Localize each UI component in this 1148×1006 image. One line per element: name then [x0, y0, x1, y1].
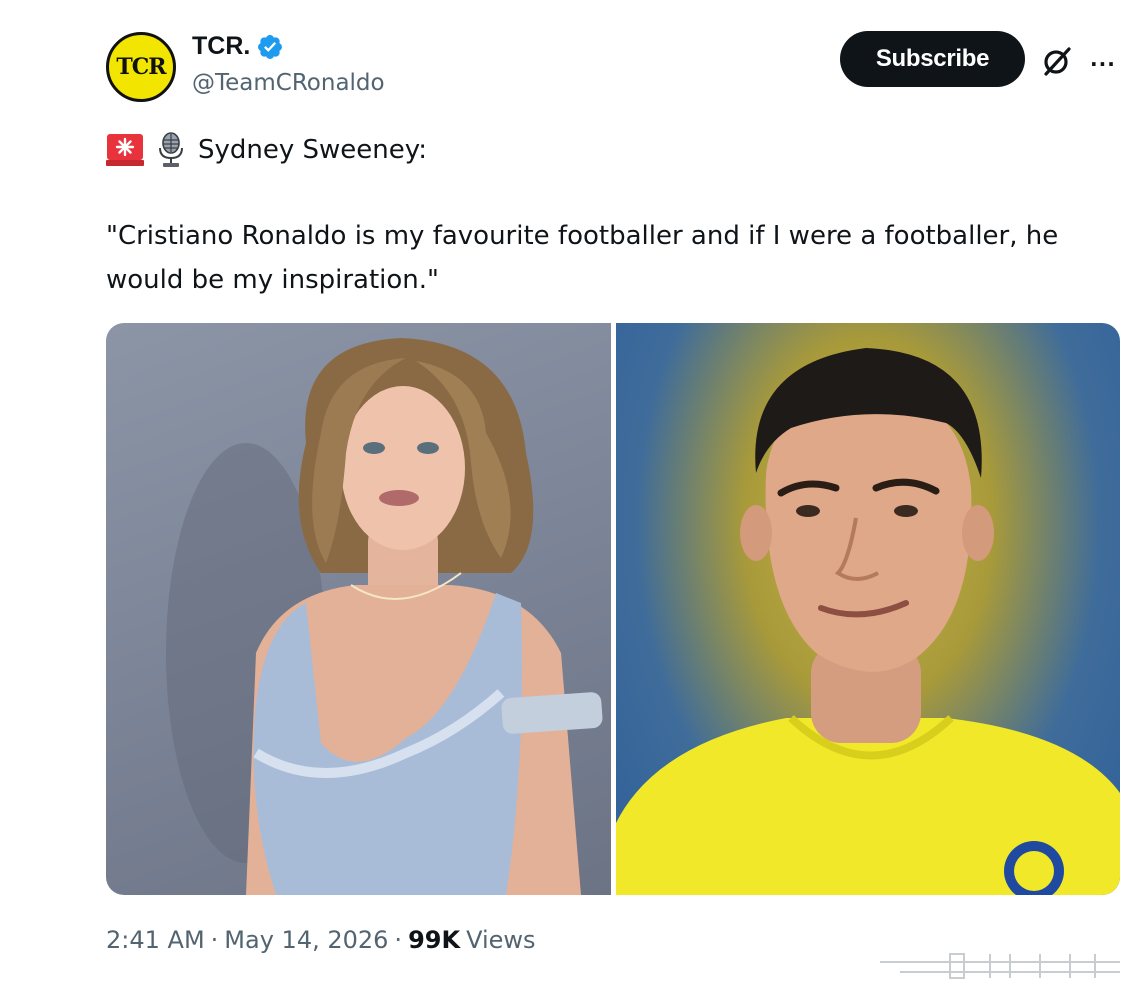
tweet-date[interactable]: May 14, 2026: [224, 926, 388, 954]
avatar[interactable]: TCR: [106, 32, 176, 102]
author-display-name[interactable]: TCR.: [192, 32, 284, 61]
siren-icon: [106, 134, 144, 166]
watermark-icon: [880, 953, 1120, 979]
verified-badge-icon: [258, 34, 283, 59]
tweet-time[interactable]: 2:41 AM: [106, 926, 205, 954]
alert-line: Sydney Sweeney:: [106, 132, 427, 168]
photo-footballer[interactable]: [616, 323, 1120, 895]
meta-separator: ·: [394, 926, 403, 954]
more-icon[interactable]: ···: [1090, 52, 1116, 76]
meta-separator: ·: [210, 926, 219, 954]
grok-icon[interactable]: [1040, 44, 1074, 78]
woman-illustration: [166, 338, 603, 895]
display-name-text: TCR.: [192, 32, 251, 60]
author-handle[interactable]: @TeamCRonaldo: [192, 70, 385, 96]
subscribe-button[interactable]: Subscribe: [840, 31, 1025, 87]
footballer-illustration: [616, 348, 1120, 895]
photo-woman[interactable]: [106, 323, 611, 895]
avatar-logo-text: TCR: [116, 54, 166, 80]
alert-text: Sydney Sweeney:: [198, 135, 428, 165]
views-label: Views: [466, 926, 536, 954]
media-grid[interactable]: [106, 323, 1120, 895]
microphone-icon: [159, 132, 183, 167]
tweet-meta: 2:41 AM · May 14, 2026 · 99K Views: [106, 926, 536, 954]
tweet-card: TCR TCR. @TeamCRonaldo Subscribe ··· Syd…: [0, 0, 1148, 1006]
views-count: 99K: [408, 926, 461, 954]
tweet-text: "Cristiano Ronaldo is my favourite footb…: [106, 221, 1059, 295]
